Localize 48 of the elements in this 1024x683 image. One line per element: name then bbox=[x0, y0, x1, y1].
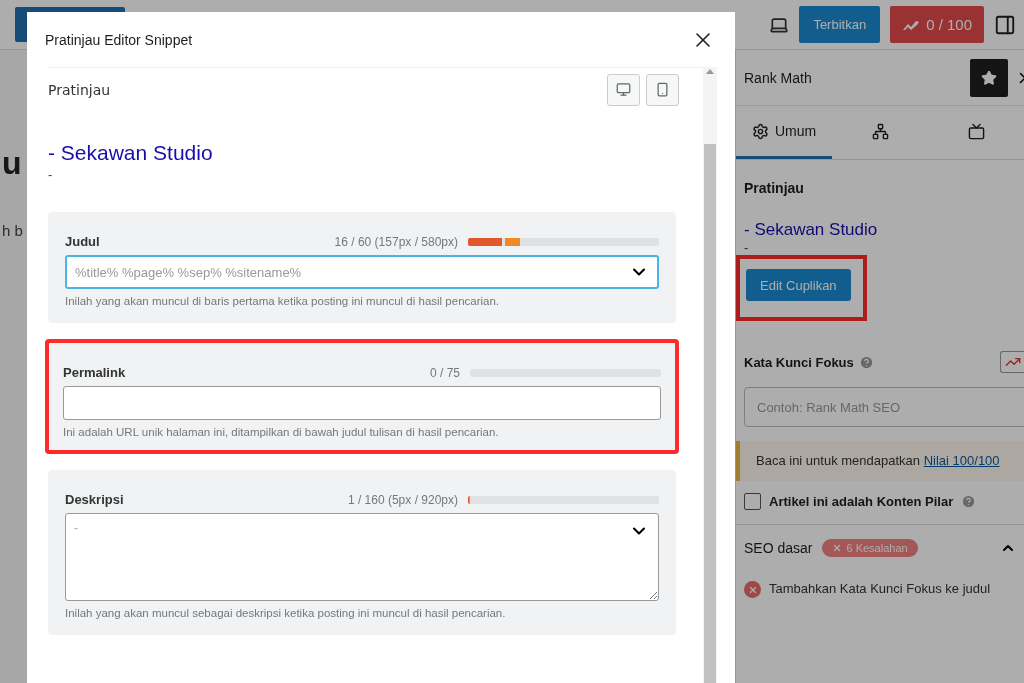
desktop-view-button[interactable] bbox=[607, 73, 640, 106]
length-counter: 1 / 160 (5px / 920px) bbox=[347, 492, 458, 507]
preview-title-link[interactable]: - Sekawan Studio bbox=[48, 141, 213, 165]
checkbox[interactable] bbox=[744, 493, 761, 511]
x-icon bbox=[832, 543, 843, 554]
gear-icon bbox=[751, 122, 769, 140]
dialog-title: Pratinjau Editor Snippet bbox=[45, 31, 194, 48]
panel-title: Rank Math bbox=[744, 69, 813, 86]
favorite-button[interactable] bbox=[970, 58, 1008, 97]
title-field[interactable]: %title% %page% %sep% %sitename% bbox=[65, 255, 659, 289]
score-link[interactable]: Nilai 100/100 bbox=[923, 453, 1000, 468]
mobile-view-button[interactable] bbox=[646, 73, 679, 106]
field-label: Judul bbox=[65, 234, 101, 249]
sidebar-toggle-icon[interactable] bbox=[994, 13, 1016, 36]
resize-grip-icon[interactable] bbox=[649, 591, 657, 599]
section-title: SEO dasar bbox=[744, 540, 813, 557]
smartphone-icon bbox=[655, 82, 670, 97]
network-icon bbox=[871, 122, 889, 140]
field-label: Kata Kunci Fokus bbox=[744, 354, 854, 370]
check-item-text: Tambahkan Kata Kunci Fokus ke judul bbox=[769, 581, 991, 597]
preview-title-link[interactable]: - Sekawan Studio bbox=[744, 220, 878, 240]
help-icon[interactable] bbox=[858, 354, 874, 370]
description-field[interactable]: - bbox=[65, 513, 659, 601]
field-hint: Ini adalah URL unik halaman ini, ditampilkan di bawah judul tulisan di hasil pencarian. bbox=[63, 426, 500, 438]
field-hint: Inilah yang akan muncul sebagai deskripsi ketika posting ini muncul di hasil pencarian. bbox=[65, 607, 507, 619]
field-label: Deskripsi bbox=[65, 492, 125, 507]
trends-button[interactable] bbox=[1000, 351, 1024, 373]
scrollbar[interactable] bbox=[703, 67, 717, 683]
star-icon bbox=[981, 69, 997, 86]
preview-description: - bbox=[744, 240, 750, 255]
field-label: Permalink bbox=[63, 365, 127, 380]
post-title[interactable]: u bbox=[2, 145, 22, 182]
length-counter: 16 / 60 (157px / 580px) bbox=[334, 234, 458, 249]
section-heading: Pratinjau bbox=[744, 180, 805, 196]
preview-description: - bbox=[48, 167, 54, 182]
notice-text: Baca ini untuk mendapatkan Nilai 100/100 bbox=[736, 441, 1024, 482]
error-badge: 6 Kesalahan bbox=[822, 539, 918, 558]
screen-icon bbox=[967, 122, 985, 140]
monitor-icon bbox=[616, 82, 631, 97]
help-icon[interactable] bbox=[961, 494, 977, 510]
checkbox-label: Artikel ini adalah Konten Pilar bbox=[769, 494, 954, 510]
paragraph-text: h b bbox=[2, 222, 23, 239]
length-counter: 0 / 75 bbox=[429, 365, 460, 380]
focus-keyword-field[interactable]: Contoh: Rank Math SEO bbox=[744, 387, 1024, 427]
permalink-field[interactable] bbox=[63, 386, 661, 420]
field-hint: Inilah yang akan muncul di baris pertama ketika posting ini muncul di hasil pencarian. bbox=[65, 295, 501, 307]
x-icon bbox=[747, 584, 758, 595]
section-heading: Pratinjau bbox=[48, 81, 112, 98]
